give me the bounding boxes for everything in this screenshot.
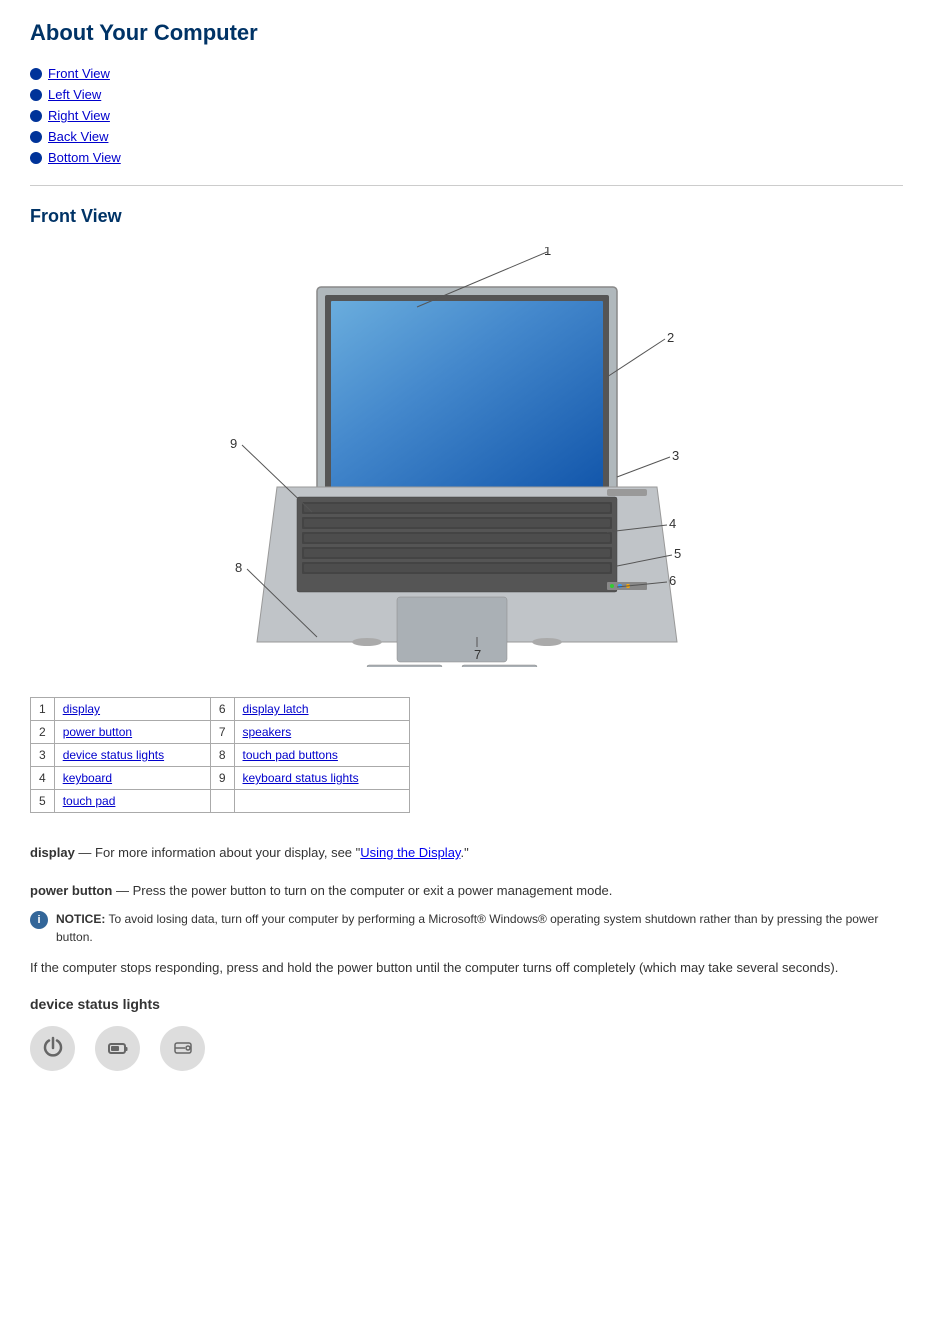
display-description: display — For more information about you… bbox=[30, 843, 903, 863]
notice-box: i NOTICE: To avoid losing data, turn off… bbox=[30, 910, 903, 946]
display-text2: ." bbox=[460, 845, 468, 860]
table-row: 3 device status lights 8 touch pad butto… bbox=[31, 744, 410, 767]
svg-text:3: 3 bbox=[672, 448, 679, 463]
table-row: 1 display 6 display latch bbox=[31, 698, 410, 721]
part-label-6: display latch bbox=[234, 698, 410, 721]
toc-link-back-view[interactable]: Back View bbox=[48, 129, 108, 144]
display-latch-link[interactable]: display latch bbox=[243, 702, 309, 716]
device-icon-power bbox=[30, 1026, 75, 1071]
power-button-dash: — bbox=[116, 883, 133, 898]
device-icon-battery bbox=[95, 1026, 140, 1071]
svg-text:4: 4 bbox=[669, 516, 676, 531]
part-num-6: 6 bbox=[210, 698, 234, 721]
svg-text:8: 8 bbox=[235, 560, 242, 575]
power-button-term: power button bbox=[30, 883, 112, 898]
toc-bullet bbox=[30, 131, 42, 143]
toc-bullet bbox=[30, 68, 42, 80]
part-label-3: device status lights bbox=[54, 744, 210, 767]
part-label-2: power button bbox=[54, 721, 210, 744]
display-dash: — bbox=[78, 845, 95, 860]
notice-icon: i bbox=[30, 911, 48, 929]
laptop-svg: 1 2 3 4 5 6 7 8 9 bbox=[217, 247, 717, 667]
hdd-icon bbox=[171, 1036, 195, 1060]
touchpad-buttons-link[interactable]: touch pad buttons bbox=[243, 748, 338, 762]
speakers-link[interactable]: speakers bbox=[243, 725, 292, 739]
part-num-1: 1 bbox=[31, 698, 55, 721]
device-icons-row bbox=[30, 1026, 903, 1071]
parts-table: 1 display 6 display latch 2 power button… bbox=[30, 697, 410, 813]
notice-label: NOTICE: bbox=[56, 912, 105, 926]
using-display-link[interactable]: Using the Display bbox=[360, 845, 460, 860]
svg-text:5: 5 bbox=[674, 546, 681, 561]
part-label-5: touch pad bbox=[54, 790, 210, 813]
part-label-1: display bbox=[54, 698, 210, 721]
toc-link-right-view[interactable]: Right View bbox=[48, 108, 110, 123]
table-row: 5 touch pad bbox=[31, 790, 410, 813]
svg-text:2: 2 bbox=[667, 330, 674, 345]
power-button-extra: If the computer stops responding, press … bbox=[30, 958, 903, 978]
part-num-empty bbox=[210, 790, 234, 813]
toc-item-back-view: Back View bbox=[30, 129, 903, 144]
svg-text:7: 7 bbox=[474, 647, 481, 662]
keyboard-link[interactable]: keyboard bbox=[63, 771, 112, 785]
section-divider bbox=[30, 185, 903, 186]
power-button-text: Press the power button to turn on the co… bbox=[133, 883, 613, 898]
toc-item-bottom-view: Bottom View bbox=[30, 150, 903, 165]
power-button-desc-text: power button — Press the power button to… bbox=[30, 881, 903, 901]
part-label-4: keyboard bbox=[54, 767, 210, 790]
display-term: display bbox=[30, 845, 75, 860]
display-desc-text: display — For more information about you… bbox=[30, 843, 903, 863]
part-label-7: speakers bbox=[234, 721, 410, 744]
keyboard-status-link[interactable]: keyboard status lights bbox=[243, 771, 359, 785]
laptop-diagram: 1 2 3 4 5 6 7 8 9 bbox=[217, 247, 717, 667]
part-num-7: 7 bbox=[210, 721, 234, 744]
toc-bullet bbox=[30, 152, 42, 164]
toc-item-front-view: Front View bbox=[30, 66, 903, 81]
front-view-title: Front View bbox=[30, 206, 903, 227]
table-row: 2 power button 7 speakers bbox=[31, 721, 410, 744]
display-link[interactable]: display bbox=[63, 702, 100, 716]
svg-text:1: 1 bbox=[544, 247, 551, 258]
toc-item-right-view: Right View bbox=[30, 108, 903, 123]
battery-icon bbox=[106, 1036, 130, 1060]
part-label-empty bbox=[234, 790, 410, 813]
device-status-link[interactable]: device status lights bbox=[63, 748, 164, 762]
power-icon bbox=[41, 1036, 65, 1060]
table-row: 4 keyboard 9 keyboard status lights bbox=[31, 767, 410, 790]
part-num-4: 4 bbox=[31, 767, 55, 790]
toc-link-left-view[interactable]: Left View bbox=[48, 87, 101, 102]
part-label-8: touch pad buttons bbox=[234, 744, 410, 767]
touchpad-link[interactable]: touch pad bbox=[63, 794, 116, 808]
svg-text:6: 6 bbox=[669, 573, 676, 588]
notice-text: NOTICE: To avoid losing data, turn off y… bbox=[56, 910, 903, 946]
page-title: About Your Computer bbox=[30, 20, 903, 46]
part-num-3: 3 bbox=[31, 744, 55, 767]
part-num-8: 8 bbox=[210, 744, 234, 767]
part-num-5: 5 bbox=[31, 790, 55, 813]
power-button-link[interactable]: power button bbox=[63, 725, 132, 739]
toc-item-left-view: Left View bbox=[30, 87, 903, 102]
device-status-description: device status lights bbox=[30, 996, 903, 1071]
svg-text:9: 9 bbox=[230, 436, 237, 451]
part-num-2: 2 bbox=[31, 721, 55, 744]
power-button-description: power button — Press the power button to… bbox=[30, 881, 903, 978]
toc-bullet bbox=[30, 110, 42, 122]
part-num-9: 9 bbox=[210, 767, 234, 790]
notice-body-text: To avoid losing data, turn off your comp… bbox=[56, 912, 878, 944]
device-icon-hdd bbox=[160, 1026, 205, 1071]
part-label-9: keyboard status lights bbox=[234, 767, 410, 790]
toc-link-bottom-view[interactable]: Bottom View bbox=[48, 150, 121, 165]
toc-list: Front View Left View Right View Back Vie… bbox=[30, 66, 903, 165]
toc-link-front-view[interactable]: Front View bbox=[48, 66, 110, 81]
display-text: For more information about your display,… bbox=[95, 845, 360, 860]
device-status-title: device status lights bbox=[30, 996, 903, 1012]
toc-bullet bbox=[30, 89, 42, 101]
